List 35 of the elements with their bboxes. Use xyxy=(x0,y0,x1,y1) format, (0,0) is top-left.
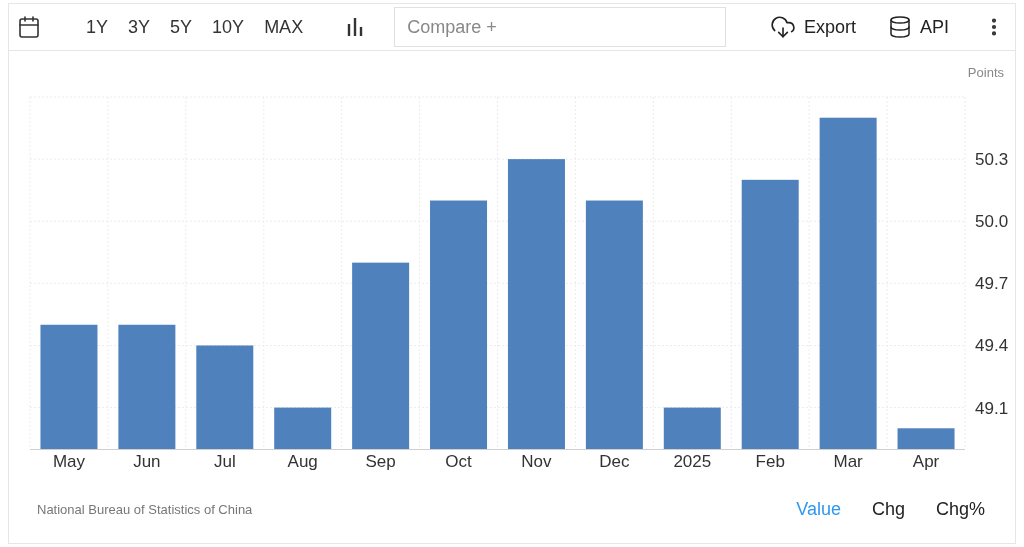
x-axis-label: Apr xyxy=(912,452,940,472)
source-text: National Bureau of Statistics of China xyxy=(37,501,253,517)
x-axis-label: Aug xyxy=(287,452,318,472)
x-axis-label: Mar xyxy=(833,452,863,472)
y-axis-label: 50.0 xyxy=(975,212,1009,232)
y-axis-label: 49.1 xyxy=(975,398,1009,418)
x-axis-label: Sep xyxy=(365,452,396,472)
x-axis-label: Feb xyxy=(755,452,785,472)
x-axis-label: Dec xyxy=(599,452,630,472)
mode-tab[interactable]: Chg xyxy=(871,494,905,524)
range-button[interactable]: MAX xyxy=(255,12,313,42)
x-axis-label: Jun xyxy=(133,452,161,472)
range-button[interactable]: 10Y xyxy=(203,12,254,42)
y-axis-label: 49.4 xyxy=(975,336,1009,356)
bar xyxy=(274,407,332,450)
x-axis-label: Oct xyxy=(445,452,472,472)
mode-tab[interactable]: Chg% xyxy=(935,494,985,524)
bar xyxy=(663,407,721,450)
calendar-icon[interactable] xyxy=(17,15,41,40)
x-axis-label: 2025 xyxy=(673,452,712,472)
x-axis-label: Nov xyxy=(521,452,552,472)
api-button[interactable]: API xyxy=(882,11,955,44)
range-button[interactable]: 5Y xyxy=(161,12,202,42)
export-button[interactable]: Export xyxy=(763,10,862,45)
range-button[interactable]: 3Y xyxy=(119,12,160,42)
axis-unit-label: Points xyxy=(967,65,1004,81)
database-icon xyxy=(888,15,912,40)
bar-chart-icon[interactable] xyxy=(346,18,365,37)
x-axis-label: May xyxy=(52,452,85,472)
x-axis-label: Jul xyxy=(213,452,236,472)
y-axis-label: 49.7 xyxy=(975,274,1009,294)
bar xyxy=(897,428,955,450)
range-button[interactable]: 1Y xyxy=(77,12,118,42)
compare-field[interactable]: Compare + xyxy=(394,7,727,48)
y-axis-label: 50.3 xyxy=(975,150,1009,170)
